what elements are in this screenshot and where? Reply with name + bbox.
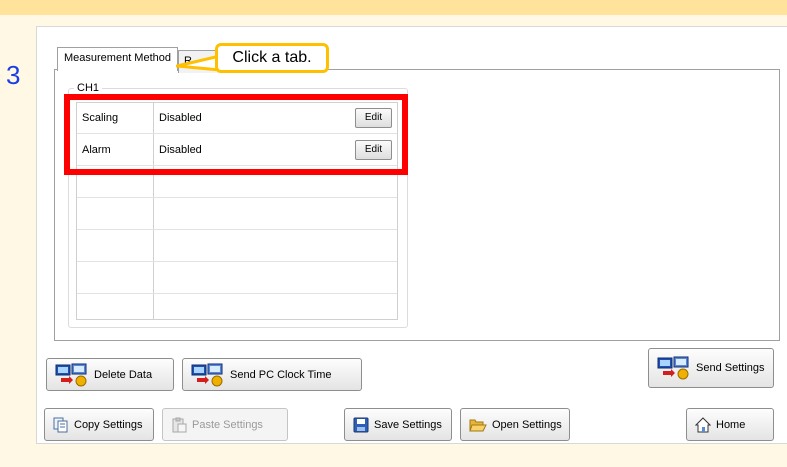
save-settings-label: Save Settings <box>374 418 442 431</box>
home-button[interactable]: Home <box>686 408 774 441</box>
copy-icon <box>53 417 69 433</box>
header-band <box>0 0 787 15</box>
computer-transfer-icon <box>191 363 225 387</box>
floppy-disk-icon <box>353 417 369 433</box>
open-settings-button[interactable]: Open Settings <box>460 408 570 441</box>
paste-icon <box>171 417 187 433</box>
send-settings-button[interactable]: Send Settings <box>648 348 774 388</box>
computer-transfer-icon <box>55 363 89 387</box>
save-settings-button[interactable]: Save Settings <box>344 408 452 441</box>
copy-settings-label: Copy Settings <box>74 418 143 431</box>
tab-measurement-method[interactable]: Measurement Method <box>57 47 178 71</box>
paste-settings-label: Paste Settings <box>192 418 263 431</box>
paste-settings-button[interactable]: Paste Settings <box>162 408 288 441</box>
step-number: 3 <box>6 60 21 90</box>
folder-open-icon <box>469 417 487 433</box>
open-settings-label: Open Settings <box>492 418 562 431</box>
home-label: Home <box>716 418 746 431</box>
send-pc-clock-time-label: Send PC Clock Time <box>230 368 332 381</box>
delete-data-button[interactable]: Delete Data <box>46 358 174 391</box>
copy-settings-button[interactable]: Copy Settings <box>44 408 154 441</box>
callout-instruction: Click a tab. <box>215 43 329 73</box>
grid-row-line <box>77 261 397 262</box>
send-settings-label: Send Settings <box>696 362 765 374</box>
grid-row-line <box>77 197 397 198</box>
callout-pointer <box>176 54 220 72</box>
highlight-box <box>64 94 408 175</box>
computer-transfer-icon <box>657 356 691 380</box>
grid-row-line <box>77 229 397 230</box>
delete-data-label: Delete Data <box>94 368 153 381</box>
grid-row-line <box>77 293 397 294</box>
home-icon <box>695 416 711 433</box>
ch1-group-label: CH1 <box>74 82 103 94</box>
send-pc-clock-time-button[interactable]: Send PC Clock Time <box>182 358 362 391</box>
